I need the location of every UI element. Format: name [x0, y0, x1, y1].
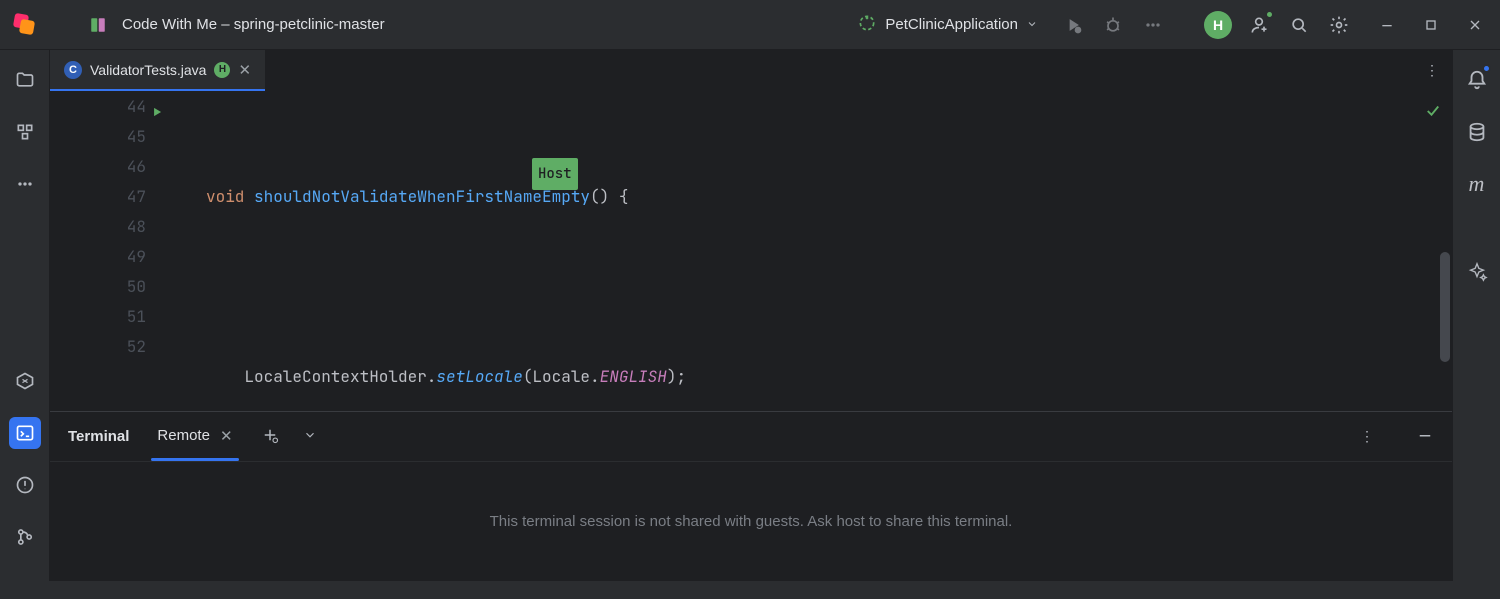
- more-tools-button[interactable]: [9, 168, 41, 200]
- project-icon: [88, 15, 108, 35]
- settings-button[interactable]: [1326, 12, 1352, 38]
- code-editor[interactable]: 44 45 46 47 48 49 50 51 52 Host void sho…: [50, 92, 1452, 411]
- line-number: 47: [127, 186, 146, 207]
- line-number: 45: [127, 126, 146, 147]
- ide-logo-icon: [12, 14, 34, 36]
- terminal-panel: Terminal Remote ✕ ⋮ This terminal sessio…: [50, 411, 1452, 581]
- window-maximize-button[interactable]: [1418, 12, 1444, 38]
- line-number: 52: [127, 336, 146, 357]
- database-tool-button[interactable]: [1461, 116, 1493, 148]
- project-tool-button[interactable]: [9, 64, 41, 96]
- terminal-message: This terminal session is not shared with…: [490, 513, 1013, 530]
- terminal-tab-label: Remote: [157, 427, 210, 444]
- structure-tool-button[interactable]: [9, 116, 41, 148]
- terminal-title: Terminal: [68, 428, 129, 445]
- line-number: 46: [127, 156, 146, 177]
- window-close-button[interactable]: [1462, 12, 1488, 38]
- editor-tabbar: C ValidatorTests.java H ✕ ⋮: [50, 50, 1452, 92]
- editor-tab-more-button[interactable]: ⋮: [1412, 50, 1452, 91]
- window-minimize-button[interactable]: [1374, 12, 1400, 38]
- left-tool-strip: [0, 50, 50, 581]
- line-number: 49: [127, 246, 146, 267]
- line-number: 44: [127, 96, 146, 117]
- terminal-dropdown-button[interactable]: [303, 428, 317, 445]
- editor-gutter: 44 45 46 47 48 49 50 51 52: [50, 92, 160, 411]
- notifications-button[interactable]: [1461, 64, 1493, 96]
- terminal-new-session-button[interactable]: [261, 426, 279, 447]
- code-content[interactable]: Host void shouldNotValidateWhenFirstName…: [160, 92, 1452, 411]
- cwm-presence-badge: H: [214, 62, 230, 78]
- titlebar: Code With Me – spring-petclinic-master P…: [0, 0, 1500, 50]
- editor-tab-filename: ValidatorTests.java: [90, 62, 206, 78]
- more-run-button[interactable]: [1140, 12, 1166, 38]
- status-bar: [0, 581, 1500, 599]
- host-cursor-label: Host: [532, 158, 578, 190]
- file-type-icon: C: [64, 61, 82, 79]
- ai-assistant-button[interactable]: [1461, 256, 1493, 288]
- terminal-hide-button[interactable]: [1416, 426, 1434, 447]
- terminal-tab-close-button[interactable]: ✕: [220, 427, 233, 445]
- status-dot-icon: [1265, 10, 1274, 19]
- line-number: 50: [127, 276, 146, 297]
- right-tool-strip: m: [1452, 50, 1500, 581]
- user-avatar[interactable]: H: [1204, 11, 1232, 39]
- run-button[interactable]: [1060, 12, 1086, 38]
- terminal-options-button[interactable]: ⋮: [1360, 428, 1374, 445]
- run-config-selector[interactable]: PetClinicApplication: [849, 9, 1046, 40]
- notification-dot-icon: [1482, 64, 1491, 73]
- run-config-label: PetClinicApplication: [885, 16, 1018, 33]
- maven-tool-button[interactable]: m: [1461, 168, 1493, 200]
- line-number: 48: [127, 216, 146, 237]
- terminal-tab-remote[interactable]: Remote ✕: [153, 427, 236, 447]
- editor-scrollbar[interactable]: [1440, 252, 1450, 362]
- project-title: Code With Me – spring-petclinic-master: [122, 16, 385, 33]
- run-config-icon: [857, 13, 877, 36]
- line-number: 51: [127, 306, 146, 327]
- analysis-ok-icon[interactable]: [1424, 100, 1442, 130]
- vcs-tool-button[interactable]: [9, 521, 41, 553]
- main-menu-button[interactable]: [48, 12, 74, 38]
- code-with-me-button[interactable]: [1246, 12, 1272, 38]
- terminal-tool-button[interactable]: [9, 417, 41, 449]
- services-tool-button[interactable]: [9, 365, 41, 397]
- problems-tool-button[interactable]: [9, 469, 41, 501]
- debug-button[interactable]: [1100, 12, 1126, 38]
- close-tab-button[interactable]: ✕: [238, 61, 251, 79]
- editor-tab[interactable]: C ValidatorTests.java H ✕: [50, 50, 265, 91]
- search-button[interactable]: [1286, 12, 1312, 38]
- chevron-down-icon: [1026, 17, 1038, 33]
